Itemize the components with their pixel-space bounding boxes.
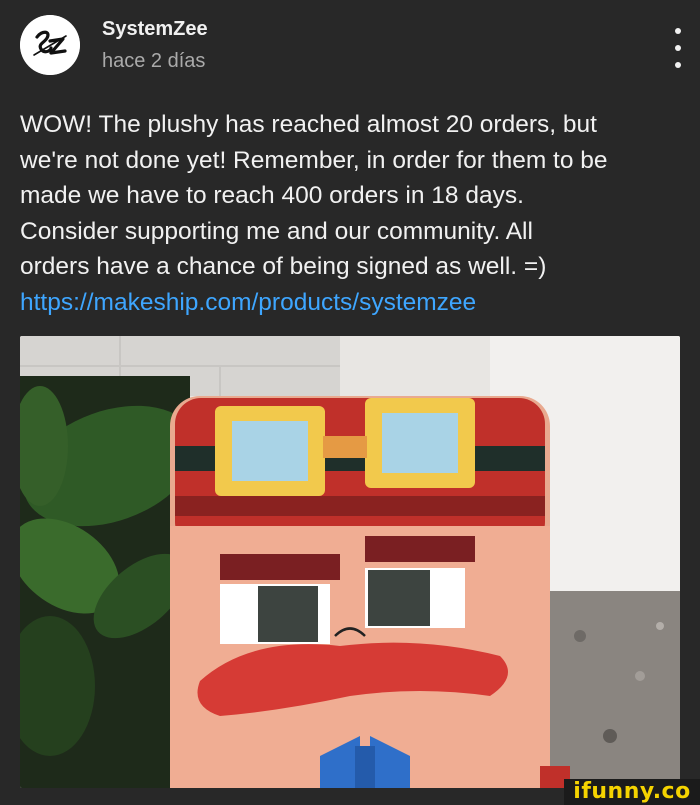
channel-name[interactable]: SystemZee bbox=[102, 18, 208, 41]
systemzee-logo-icon bbox=[20, 15, 80, 75]
ifunny-watermark: ifunny.co bbox=[564, 779, 700, 805]
more-vertical-icon bbox=[675, 28, 681, 34]
post-link[interactable]: https://makeship.com/products/systemzee bbox=[20, 285, 476, 321]
post-header: SystemZee hace 2 días bbox=[20, 10, 690, 85]
post-timestamp: hace 2 días bbox=[102, 50, 206, 72]
more-options-button[interactable] bbox=[666, 28, 690, 68]
channel-avatar[interactable] bbox=[20, 15, 80, 75]
post-image[interactable] bbox=[20, 336, 680, 788]
plush-toy-photo bbox=[20, 336, 680, 788]
post-body-text: WOW! The plushy has reached almost 20 or… bbox=[20, 111, 608, 280]
